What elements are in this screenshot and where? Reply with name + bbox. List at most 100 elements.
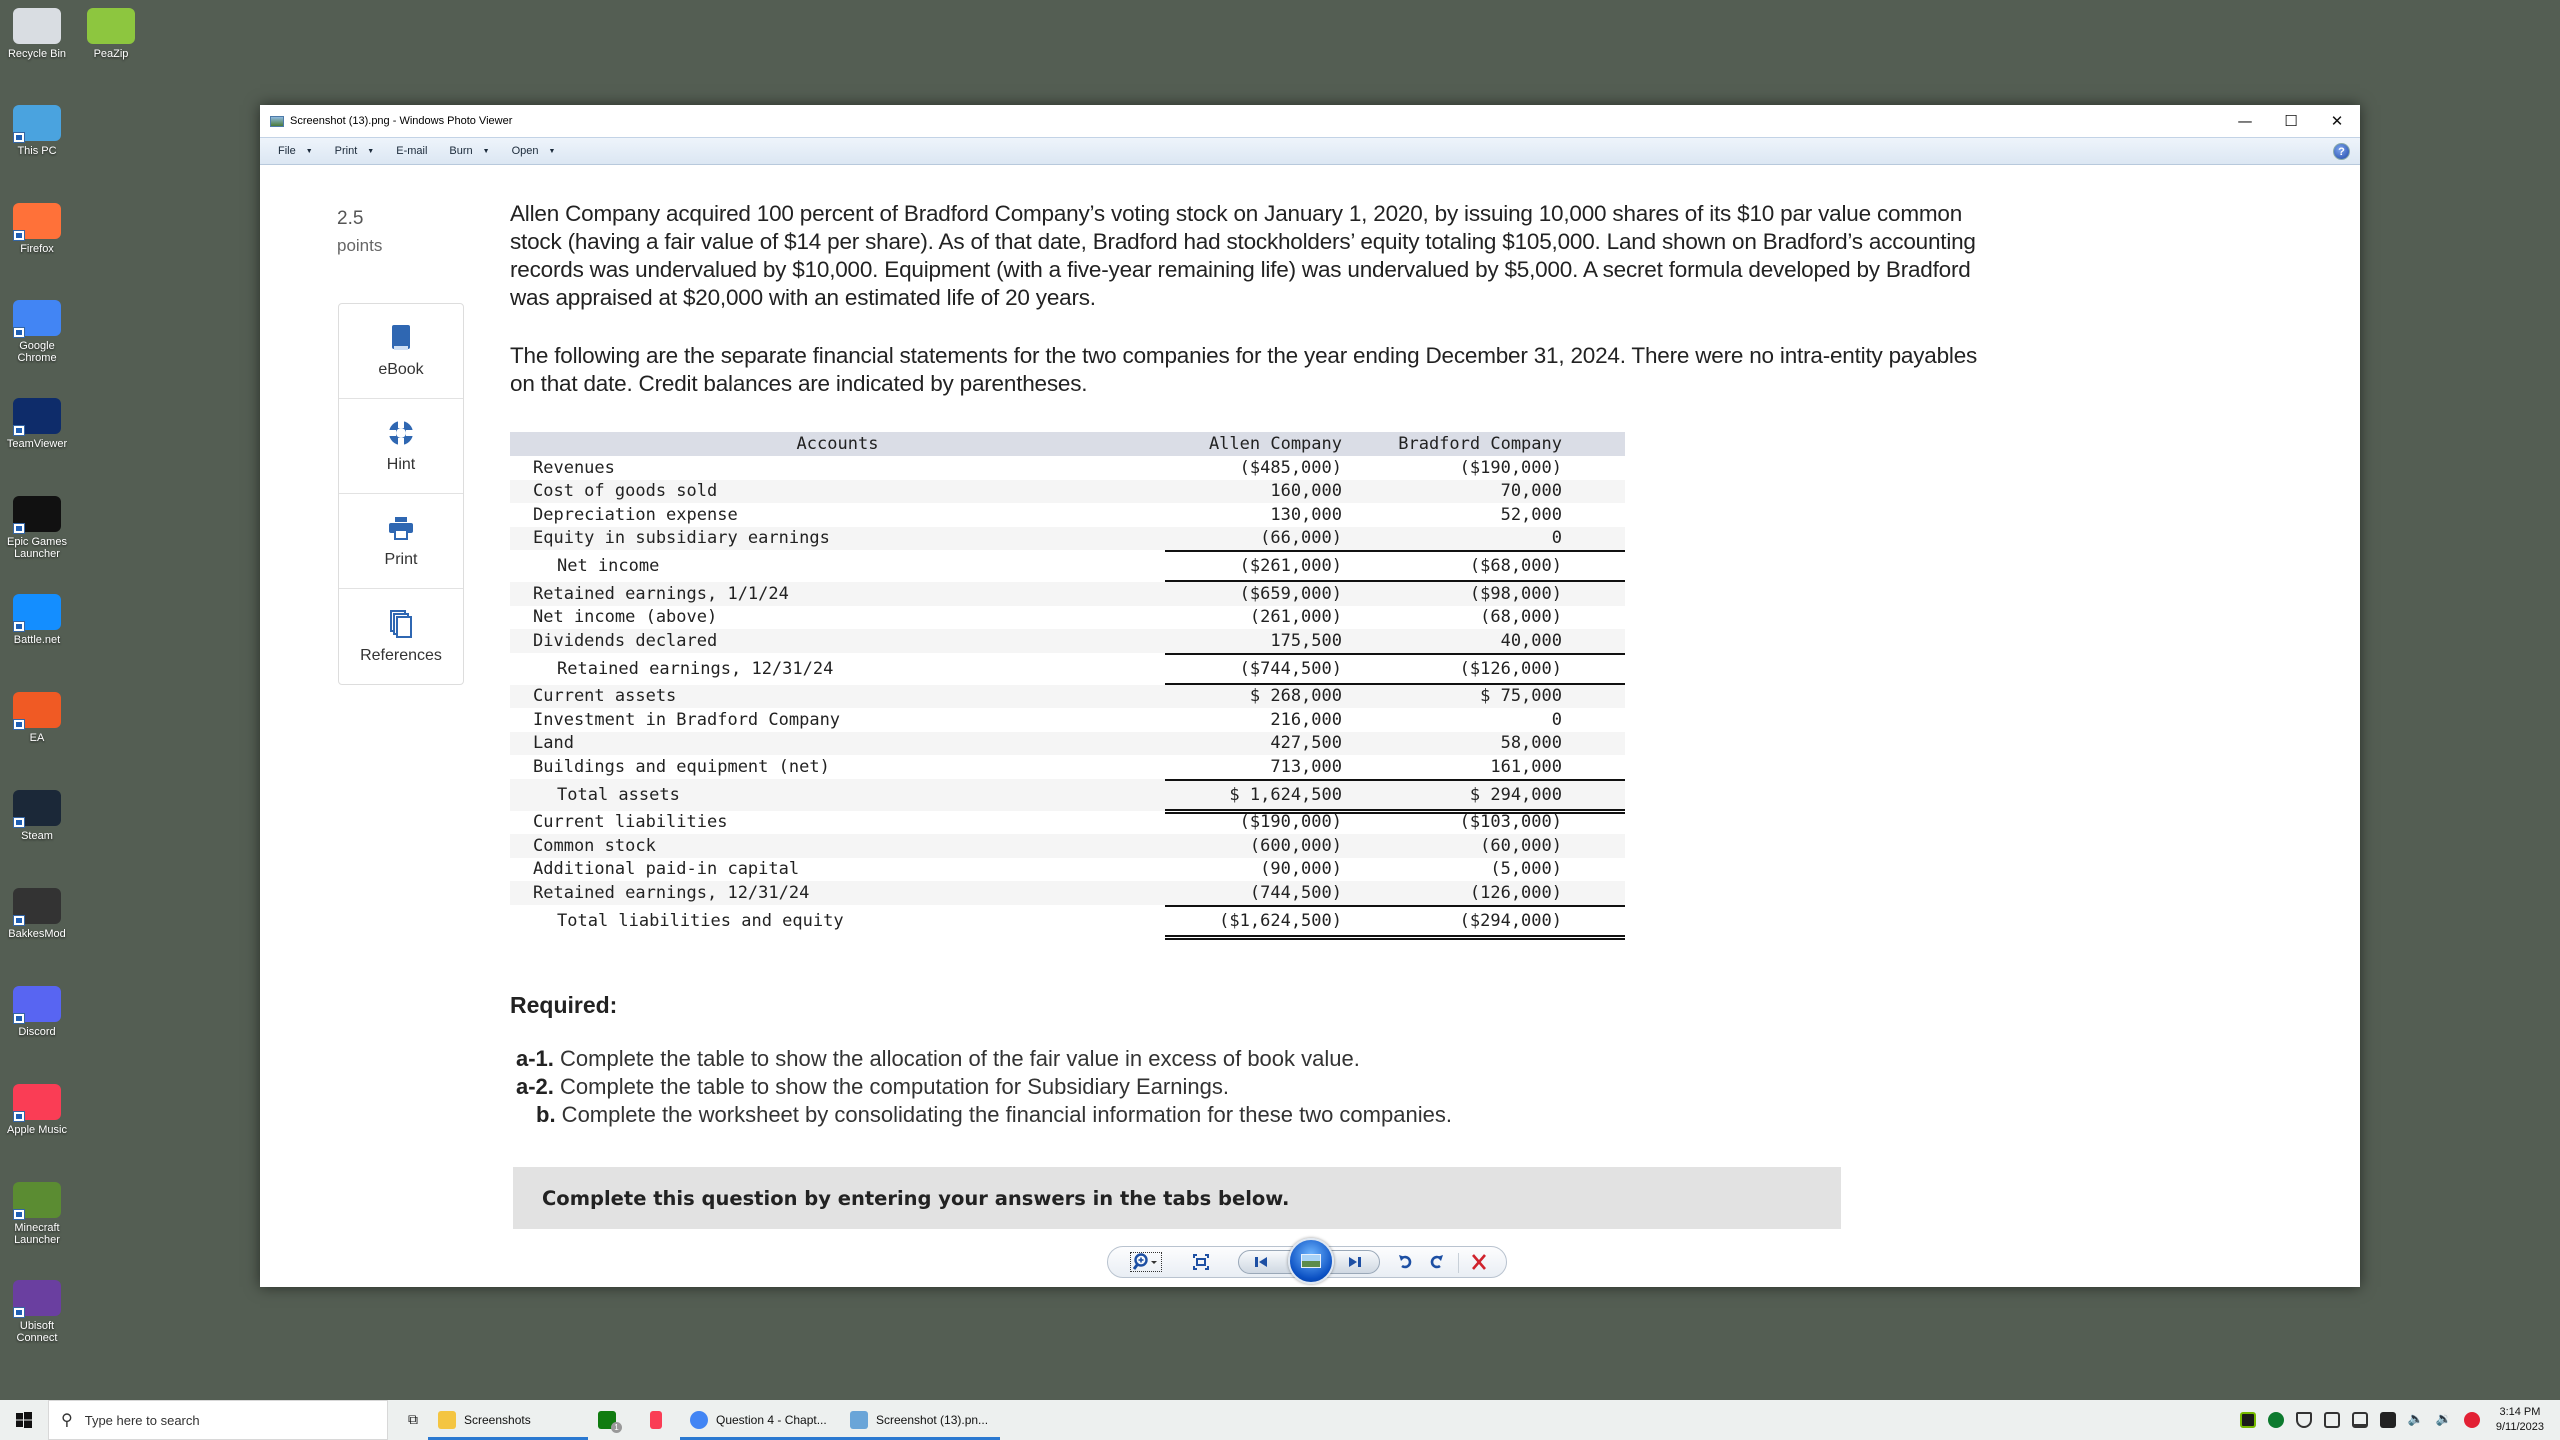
desktop-icon-steam[interactable]: Steam [0,790,74,842]
desktop-icon-minecraft-launcher[interactable]: Minecraft Launcher [0,1182,74,1246]
bradford-value: $ 294,000 [1469,784,1562,805]
maximize-button[interactable]: ☐ [2268,105,2314,137]
points-value: 2.5 [337,208,364,229]
problem-description: Allen Company acquired 100 percent of Br… [510,201,1976,310]
help-icon[interactable]: ? [2333,143,2350,160]
desktop-icon-firefox[interactable]: Firefox [0,203,74,255]
desktop-icon-apple-music[interactable]: Apple Music [0,1084,74,1136]
bradford-value: ($190,000) [1459,457,1562,478]
epic-games-tray-icon[interactable] [2379,1412,2396,1428]
bluetooth-icon[interactable] [2267,1412,2284,1428]
table-row: Current assets $ 268,000 $ 75,000 [510,684,1625,708]
clock[interactable]: 3:14 PM 9/11/2023 [2496,1405,2544,1435]
account-name: Total liabilities and equity [557,910,844,931]
taskbar-item-xbox[interactable]: 1 [588,1400,640,1440]
task-view-icon: ⧉ [408,1412,418,1428]
recycle-bin-icon [13,8,61,44]
table-row: Additional paid-in capital (90,000) (5,000… [510,858,1625,882]
desktop-icon-google-chrome[interactable]: Google Chrome [0,300,74,364]
allen-value: ($485,000) [1239,457,1342,478]
chevron-down-icon: ▼ [548,147,556,155]
chrome-icon [13,300,61,338]
desktop-icon-label: Steam [21,830,53,842]
subtotal-rule [1165,904,1625,907]
app-tray-icon[interactable] [2463,1412,2480,1428]
table-row: Common stock (600,000) (60,000) [510,834,1625,858]
taskbar-item-question-4-chapt[interactable]: Question 4 - Chapt... [680,1400,840,1440]
taskbar-item-screenshots[interactable]: Screenshots [428,1400,588,1440]
close-button[interactable]: ✕ [2314,105,2360,137]
account-name: Common stock [533,835,656,856]
taskbar-search-box[interactable]: ⚲ Type here to search [48,1400,388,1440]
allen-value: $ 1,624,500 [1229,784,1342,805]
chevron-down-icon: ▼ [367,147,375,155]
delete-icon[interactable] [1470,1252,1488,1272]
menu-open[interactable]: Open ▼ [512,145,556,157]
taskbar-item-label: Screenshot (13).pn... [876,1413,989,1427]
desktop-icon-discord[interactable]: Discord [0,986,74,1038]
photo-viewer-icon [850,1411,868,1429]
security-warning-icon[interactable] [2295,1412,2312,1428]
desktop-icon-ea[interactable]: EA [0,692,74,744]
minimize-button[interactable]: — [2222,105,2268,137]
start-button[interactable] [0,1400,48,1440]
menu-label: Print [334,145,358,157]
rotate-counterclockwise-icon[interactable] [1398,1253,1414,1271]
previous-icon[interactable] [1253,1253,1269,1271]
taskbar-item-label: Screenshots [464,1413,531,1427]
hint-button[interactable]: Hint [339,399,463,494]
ea-icon [13,692,61,730]
requirement-tag: b. [536,1102,556,1127]
desktop-icon-ubisoft-connect[interactable]: Ubisoft Connect [0,1280,74,1344]
subtotal-rule [1165,652,1625,655]
table-row: Retained earnings, 12/31/24 (744,500) (126… [510,881,1625,905]
network-icon[interactable] [2351,1412,2368,1428]
task-view-button[interactable]: ⧉ [398,1400,428,1440]
sync-icon[interactable] [2323,1412,2340,1428]
taskbar-item-apple-music[interactable] [640,1400,680,1440]
notification-badge: 1 [611,1422,622,1433]
desktop-icon-teamviewer[interactable]: TeamViewer [0,398,74,450]
apple-music-icon [13,1084,61,1122]
menu-print[interactable]: Print ▼ [335,145,375,157]
table-row: Land 427,500 58,000 [510,731,1625,755]
shortcut-arrow-icon [13,327,25,338]
fit-to-window-icon[interactable] [1193,1254,1209,1270]
slideshow-button[interactable] [1288,1238,1334,1284]
desktop-icon-peazip[interactable]: PeaZip [74,8,148,60]
bradford-value: ($126,000) [1459,658,1562,679]
desktop-icon-this-pc[interactable]: This PC [0,105,74,157]
shortcut-arrow-icon [13,1307,25,1318]
menu-email[interactable]: E-mail [396,145,427,157]
volume-icon[interactable]: 🔉 [2436,1412,2452,1428]
table-total-row: Net income ($261,000) ($68,000) [510,550,1625,585]
shortcut-arrow-icon [13,230,25,241]
hint-label: Hint [386,456,416,473]
taskbar-item-screenshot-13-pn[interactable]: Screenshot (13).pn... [840,1400,1000,1440]
bradford-value: 40,000 [1500,630,1562,651]
next-icon[interactable] [1347,1253,1363,1271]
menu-file[interactable]: File ▼ [278,145,313,157]
nvidia-icon[interactable] [2239,1412,2256,1428]
title-bar[interactable]: Screenshot (13).png - Windows Photo View… [260,105,2360,137]
print-button[interactable]: Print [339,494,463,589]
table-row: Current liabilities ($190,000) ($103,000) [510,811,1625,835]
references-button[interactable]: References [339,589,463,684]
subtotal-rule [1165,550,1625,552]
table-total-row: Total assets $ 1,624,500 $ 294,000 [510,778,1625,814]
desktop-icon-battle-net[interactable]: Battle.net [0,594,74,646]
table-total-row: Retained earnings, 12/31/24 ($744,500) ($1… [510,652,1625,688]
account-name: Net income (above) [533,607,718,628]
system-tray: 🔈 🔉 3:14 PM 9/11/2023 [2234,1400,2560,1440]
rotate-clockwise-icon[interactable] [1428,1253,1444,1271]
zoom-icon[interactable] [1130,1252,1162,1272]
desktop-icon-bakkesmod[interactable]: BakkesMod [0,888,74,940]
ebook-button[interactable]: eBook [339,304,463,399]
menu-burn[interactable]: Burn ▼ [449,145,489,157]
desktop-icon-recycle-bin[interactable]: Recycle Bin [0,8,74,60]
desktop-icon-epic-games-launcher[interactable]: Epic Games Launcher [0,496,74,560]
question-text: Allen Company acquired 100 percent of Br… [510,200,1990,428]
speaker-icon[interactable]: 🔈 [2408,1412,2424,1428]
epic-games-icon [13,496,61,534]
bakkesmod-icon [13,888,61,926]
